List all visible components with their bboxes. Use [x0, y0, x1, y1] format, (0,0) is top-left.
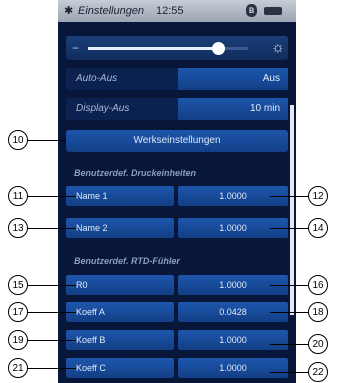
rtd-koeff-b-value-button[interactable]: 1.0000 [178, 330, 288, 350]
callout-17: 17 [8, 302, 28, 322]
rtd-koeff-b-button[interactable]: Koeff B [66, 330, 174, 350]
gear-icon: ✱ [64, 5, 74, 17]
pressure-name-1-button[interactable]: Name 1 [66, 186, 174, 206]
callout-leader [20, 368, 76, 369]
device-screen: ✱ Einstellungen 12:55 ʙ − ☼ Auto-Aus Aus… [58, 0, 296, 383]
callout-leader [270, 372, 308, 373]
battery-icon [264, 7, 282, 15]
minus-icon: − [72, 41, 80, 55]
rtd-koeff-c-value-button[interactable]: 1.0000 [178, 358, 288, 378]
scrollbar[interactable] [290, 105, 294, 315]
callout-15: 15 [8, 275, 28, 295]
callout-leader [20, 340, 76, 341]
callout-leader [270, 312, 308, 313]
callout-16: 16 [308, 275, 328, 295]
section-title-rtd: Benutzerdef. RTD-Fühler [74, 256, 180, 266]
callout-12: 12 [308, 186, 328, 206]
slider-track-filled [88, 47, 218, 50]
callout-leader [20, 312, 76, 313]
callout-21: 21 [8, 358, 28, 378]
callout-19: 19 [8, 330, 28, 350]
setting-row-display-off: Display-Aus 10 min [66, 98, 288, 120]
slider-knob[interactable] [212, 42, 225, 55]
callout-leader [270, 228, 308, 229]
callout-leader [270, 344, 308, 345]
rtd-koeff-a-button[interactable]: Koeff A [66, 302, 174, 322]
callout-leader [20, 228, 76, 229]
callout-22: 22 [308, 362, 328, 382]
setting-label: Auto-Aus [76, 73, 118, 84]
setting-label: Display-Aus [76, 103, 130, 114]
sun-icon: ☼ [271, 39, 285, 56]
callout-20: 20 [308, 334, 328, 354]
pressure-name-2-button[interactable]: Name 2 [66, 218, 174, 238]
screen-title: Einstellungen [78, 5, 145, 17]
callout-10: 10 [8, 130, 28, 150]
bluetooth-icon: ʙ [246, 4, 257, 17]
callout-leader [20, 285, 76, 286]
brightness-slider[interactable]: − ☼ [66, 36, 288, 60]
rtd-koeff-c-button[interactable]: Koeff C [66, 358, 174, 378]
section-title-pressure: Benutzerdef. Druckeinheiten [74, 168, 197, 178]
setting-row-auto-off: Auto-Aus Aus [66, 68, 288, 90]
rtd-r0-button[interactable]: R0 [66, 275, 174, 295]
clock: 12:55 [156, 5, 184, 17]
callout-13: 13 [8, 218, 28, 238]
callout-leader [270, 285, 308, 286]
callout-11: 11 [8, 186, 28, 206]
callout-leader [270, 196, 308, 197]
callout-leader [20, 196, 76, 197]
callout-14: 14 [308, 218, 328, 238]
auto-off-value-button[interactable]: Aus [178, 68, 288, 90]
status-bar: ✱ Einstellungen 12:55 ʙ [58, 0, 296, 22]
factory-reset-button[interactable]: Werkseinstellungen [66, 130, 288, 152]
callout-18: 18 [308, 302, 328, 322]
display-off-value-button[interactable]: 10 min [178, 98, 288, 120]
